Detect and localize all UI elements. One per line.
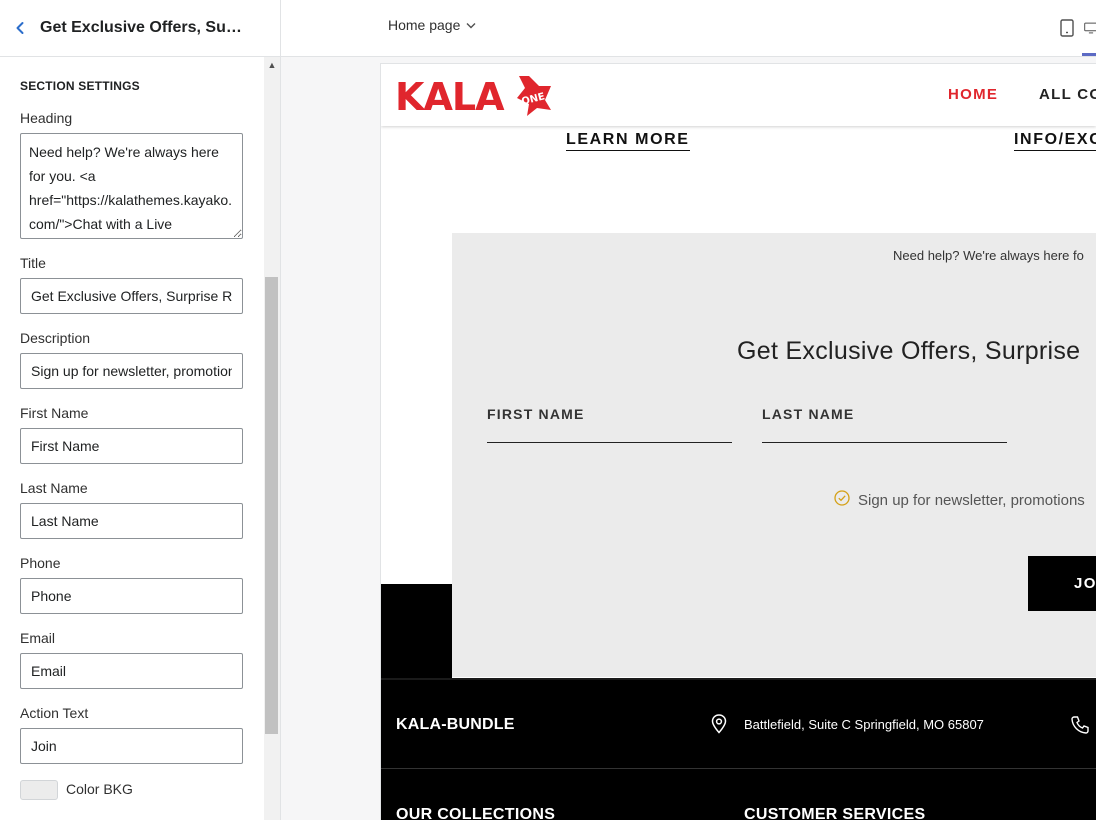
join-button[interactable]: JOI xyxy=(1028,556,1096,611)
color-bkg-swatch[interactable] xyxy=(20,780,58,800)
kala-logo[interactable]: KALA ONE xyxy=(395,74,555,123)
black-banner-strip xyxy=(381,584,452,678)
last-name-placeholder: LAST NAME xyxy=(762,406,855,422)
phone-input[interactable] xyxy=(20,578,243,614)
settings-header: Get Exclusive Offers, Surp... xyxy=(0,0,280,57)
color-bkg-label: Color BKG xyxy=(66,781,133,797)
email-input[interactable] xyxy=(20,653,243,689)
section-settings-label: SECTION SETTINGS xyxy=(20,79,140,93)
footer-address: Battlefield, Suite C Springfield, MO 658… xyxy=(744,717,984,732)
scroll-up-arrow-icon[interactable]: ▲ xyxy=(264,58,280,72)
last-name-field[interactable]: LAST NAME xyxy=(762,406,1007,443)
description-input[interactable] xyxy=(20,353,243,389)
preview-frame: KALA ONE HOME ALL CO LEARN MORE INFO/EXC… xyxy=(381,64,1096,820)
chevron-down-icon xyxy=(466,22,476,28)
scrollbar-thumb[interactable] xyxy=(265,277,278,734)
footer-brand: KALA-BUNDLE xyxy=(396,716,515,733)
footer-divider xyxy=(381,768,1096,769)
first-name-label: First Name xyxy=(20,405,89,421)
phone-icon xyxy=(1071,716,1089,734)
nav-all-collections[interactable]: ALL CO xyxy=(1039,86,1096,103)
learn-more-link[interactable]: LEARN MORE xyxy=(566,131,690,151)
page-selector-label: Home page xyxy=(388,17,461,33)
back-button[interactable] xyxy=(0,0,40,57)
settings-scroll-area: SECTION SETTINGS Heading Need help? We'r… xyxy=(0,57,264,820)
nav-home[interactable]: HOME xyxy=(948,86,998,103)
mobile-view-icon[interactable] xyxy=(1057,17,1077,39)
site-footer: KALA-BUNDLE Battlefield, Suite C Springf… xyxy=(381,678,1096,820)
preview-canvas: KALA ONE HOME ALL CO LEARN MORE INFO/EXC… xyxy=(281,57,1096,820)
svg-text:KALA: KALA xyxy=(395,75,505,118)
info-exchange-link[interactable]: INFO/EXC xyxy=(1014,131,1096,151)
phone-label: Phone xyxy=(20,555,61,571)
heading-textarea[interactable]: Need help? We're always here for you. <a… xyxy=(20,133,243,239)
email-label: Email xyxy=(20,630,56,646)
heading-label: Heading xyxy=(20,110,73,126)
title-input[interactable] xyxy=(20,278,243,314)
page-selector[interactable]: Home page xyxy=(388,17,476,33)
chevron-left-icon xyxy=(16,22,24,34)
footer-customer-services: CUSTOMER SERVICES xyxy=(744,806,926,820)
last-name-input[interactable] xyxy=(20,503,243,539)
newsletter-section: Need help? We're always here fo Get Excl… xyxy=(452,233,1096,677)
last-name-label: Last Name xyxy=(20,480,88,496)
action-text-label: Action Text xyxy=(20,705,89,721)
newsletter-title: Get Exclusive Offers, Surprise xyxy=(737,337,1081,365)
newsletter-description: Sign up for newsletter, promotions xyxy=(858,492,1085,509)
check-circle-icon xyxy=(834,490,850,506)
description-label: Description xyxy=(20,330,91,346)
first-name-placeholder: FIRST NAME xyxy=(487,406,585,422)
location-pin-icon xyxy=(711,714,727,734)
site-header: KALA ONE HOME ALL CO xyxy=(381,64,1096,126)
action-text-input[interactable] xyxy=(20,728,243,764)
editor-topbar: Home page xyxy=(281,0,1096,57)
newsletter-help-text: Need help? We're always here fo xyxy=(893,248,1084,263)
footer-our-collections: OUR COLLECTIONS xyxy=(396,806,556,820)
settings-title: Get Exclusive Offers, Surp... xyxy=(40,19,245,36)
active-view-indicator xyxy=(1082,53,1096,56)
settings-panel: Get Exclusive Offers, Surp... SECTION SE… xyxy=(0,0,281,820)
first-name-input[interactable] xyxy=(20,428,243,464)
first-name-field[interactable]: FIRST NAME xyxy=(487,406,732,443)
title-label: Title xyxy=(20,255,46,271)
desktop-view-icon[interactable] xyxy=(1084,17,1096,39)
